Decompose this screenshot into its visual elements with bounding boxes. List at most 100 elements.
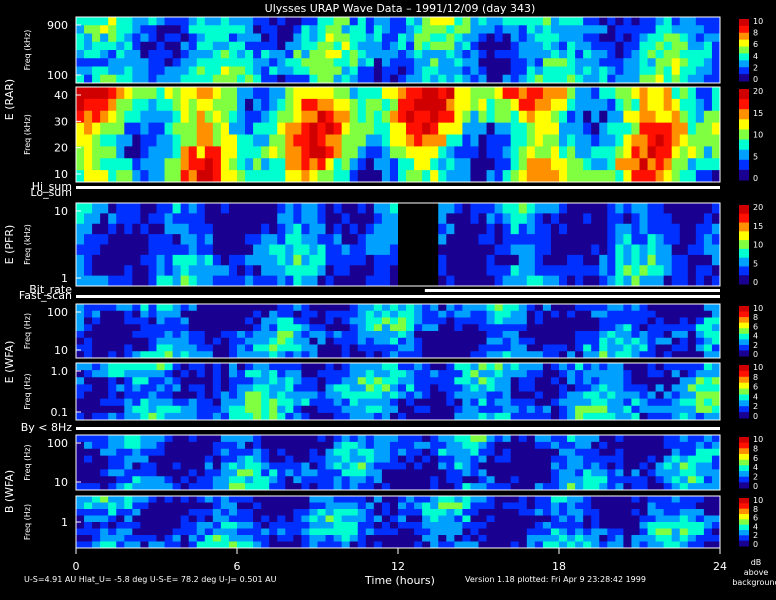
heatmap-cell <box>148 528 157 536</box>
heatmap-cell <box>550 405 560 414</box>
heatmap-cell <box>381 254 391 266</box>
heatmap-cell <box>687 441 697 450</box>
heatmap-cell <box>373 535 383 542</box>
heatmap-cell <box>365 66 375 76</box>
heatmap-cell <box>462 25 471 34</box>
heatmap-cell <box>156 448 165 457</box>
heatmap-cell <box>470 33 479 43</box>
heatmap-cell <box>438 98 447 112</box>
heatmap-cell <box>559 158 568 171</box>
heatmap-cell <box>583 146 592 159</box>
heatmap-cell <box>687 455 697 463</box>
heatmap-cell <box>381 502 391 510</box>
heatmap-cell <box>108 377 117 385</box>
heatmap-cell <box>494 98 504 112</box>
heatmap-cell <box>591 33 600 43</box>
heatmap-cell <box>711 203 721 214</box>
heatmap-cell <box>583 476 592 484</box>
heatmap-cell <box>518 324 528 332</box>
heatmap-cell <box>510 384 520 392</box>
heatmap-cell <box>526 317 536 325</box>
heatmap-cell <box>542 398 552 407</box>
heatmap-cell <box>478 344 487 352</box>
heatmap-cell <box>301 254 310 266</box>
heatmap-cell <box>325 435 334 443</box>
heatmap-cell <box>156 275 165 287</box>
heatmap-cell <box>309 469 318 477</box>
heatmap-cell <box>502 469 512 477</box>
heatmap-cell <box>341 370 351 378</box>
heatmap-cell <box>100 25 109 34</box>
heatmap-cell <box>212 455 222 463</box>
heatmap-cell <box>301 265 310 277</box>
heatmap-cell <box>647 234 656 245</box>
heatmap-cell <box>518 405 528 414</box>
heatmap-cell <box>204 146 214 159</box>
heatmap-cell <box>389 134 399 147</box>
heatmap-cell <box>518 462 528 470</box>
heatmap-cell <box>164 244 173 256</box>
heatmap-cell <box>470 87 479 100</box>
heatmap-cell <box>228 398 238 407</box>
heatmap-cell <box>253 66 262 76</box>
heatmap-cell <box>567 515 576 523</box>
heatmap-cell <box>204 331 214 339</box>
heatmap-cell <box>381 535 391 542</box>
heatmap-cell <box>534 134 544 147</box>
heatmap-cell <box>583 66 592 76</box>
heatmap-cell <box>381 377 391 385</box>
heatmap-cell <box>309 275 318 287</box>
heatmap-cell <box>623 331 632 339</box>
heatmap-cell <box>470 41 479 51</box>
heatmap-cell <box>711 528 721 536</box>
heatmap-cell <box>639 158 648 171</box>
heatmap-cell <box>317 98 326 112</box>
heatmap-cell <box>663 469 673 477</box>
heatmap-cell <box>663 324 673 332</box>
heatmap-cell <box>245 170 254 183</box>
heatmap-cell <box>454 324 463 332</box>
heatmap-cell <box>148 254 157 266</box>
heatmap-cell <box>220 337 230 345</box>
heatmap-cell <box>454 441 463 450</box>
heatmap-cell <box>454 483 463 491</box>
heatmap-cell <box>631 363 640 371</box>
heatmap-cell <box>317 58 326 67</box>
colorbar-swatch <box>739 222 749 232</box>
heatmap-cell <box>116 254 125 266</box>
heatmap-cell <box>454 412 463 421</box>
heatmap-cell <box>631 398 640 407</box>
heatmap-cell <box>526 462 536 470</box>
heatmap-cell <box>172 87 182 100</box>
heatmap-cell <box>84 234 93 245</box>
heatmap-cell <box>623 509 632 516</box>
heatmap-cell <box>518 244 528 256</box>
heatmap-cell <box>349 462 359 470</box>
heatmap-cell <box>615 476 624 484</box>
heatmap-cell <box>180 522 190 529</box>
heatmap-cell <box>373 384 383 392</box>
heatmap-cell <box>687 363 697 371</box>
heatmap-cell <box>341 412 351 421</box>
heatmap-cell <box>430 344 439 352</box>
heatmap-cell <box>703 213 713 225</box>
heatmap-cell <box>438 170 447 183</box>
heatmap-cell <box>84 363 93 371</box>
heatmap-cell <box>76 496 85 503</box>
heatmap-cell <box>389 213 399 225</box>
heatmap-cell <box>518 265 528 277</box>
heatmap-cell <box>478 223 487 235</box>
heatmap-cell <box>478 462 487 470</box>
heatmap-cell <box>108 58 117 67</box>
heatmap-cell <box>406 74 415 84</box>
heatmap-cell <box>631 244 640 256</box>
heatmap-cell <box>100 535 109 542</box>
heatmap-cell <box>534 58 544 67</box>
heatmap-cell <box>550 213 560 225</box>
heatmap-cell <box>655 324 665 332</box>
heatmap-cell <box>253 275 262 287</box>
heatmap-cell <box>438 363 447 371</box>
heatmap-cell <box>341 337 351 345</box>
heatmap-cell <box>647 469 656 477</box>
heatmap-cell <box>631 17 640 26</box>
